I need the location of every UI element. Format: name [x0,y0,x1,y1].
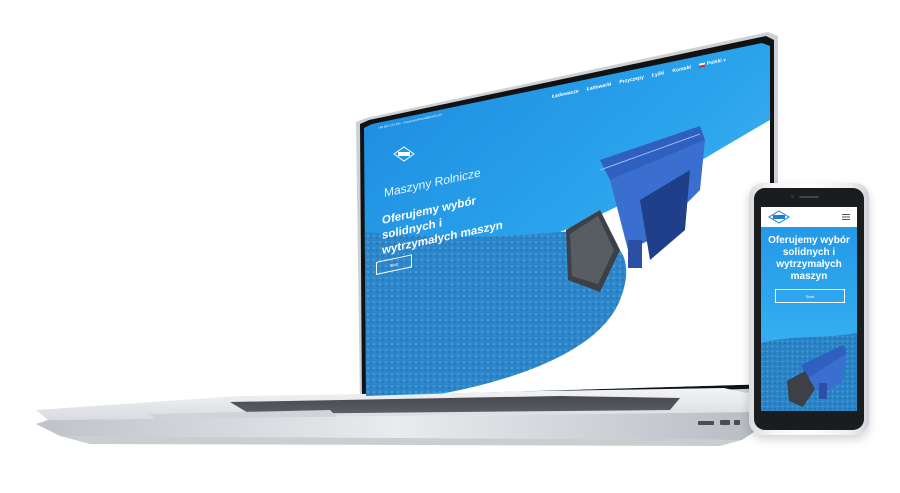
poland-flag-icon [699,62,706,68]
logo-icon[interactable] [767,210,791,224]
camera-icon [791,195,794,198]
chevron-down-icon: ∨ [723,56,727,63]
nav-item-ladowacze[interactable]: Ładowacze [552,88,579,100]
speaker-grille [799,196,819,198]
nav-item-lyzki[interactable]: Łyżki [652,70,665,79]
logo-icon[interactable] [392,146,416,162]
page-title: Oferujemy wybór solidnych i wytrzymałych… [382,195,503,257]
phone-hero-image [761,333,857,411]
nav-item-kontakt[interactable]: Kontakt [672,64,691,74]
phone-start-button[interactable]: Start [775,289,845,303]
device-mockup-scene: +48 602 123 456 · maszynyrolnicze@gmail.… [0,0,900,493]
page-subtitle: Maszyny Rolnicze [384,165,481,200]
hamburger-menu-icon[interactable] [842,214,850,220]
phone-device: Oferujemy wybór solidnych i wytrzymałych… [749,183,869,435]
nav-item-ladowarki[interactable]: Ładowarki [587,81,612,92]
language-selector[interactable]: Polski ∨ [699,57,726,69]
phone-page-title: Oferujemy wybór solidnych i wytrzymałych… [768,235,850,282]
main-nav: Ładowacze Ładowarki Przyczepy Łyżki Kont… [552,57,726,100]
phone-screen: Oferujemy wybór solidnych i wytrzymałych… [761,207,857,411]
nav-item-przyczepy[interactable]: Przyczepy [619,74,643,85]
phone-header [761,207,857,227]
contact-bar: +48 602 123 456 · maszynyrolnicze@gmail.… [378,112,443,130]
